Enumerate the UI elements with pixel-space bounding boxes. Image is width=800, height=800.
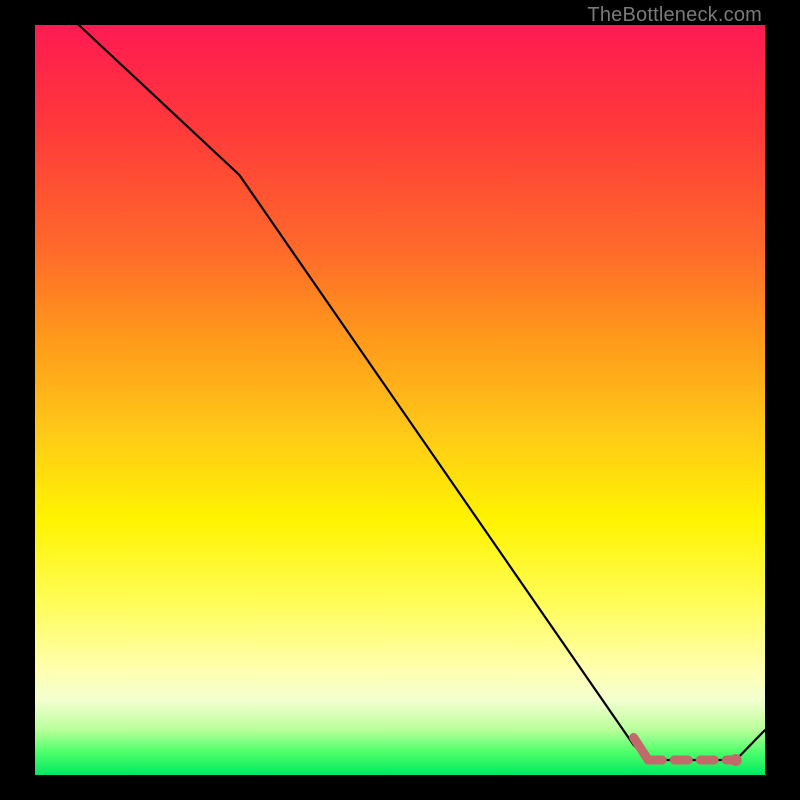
bottleneck-curve	[35, 0, 765, 760]
chart-overlay	[35, 25, 765, 775]
watermark-text: TheBottleneck.com	[587, 4, 762, 27]
minimum-marker	[730, 754, 742, 766]
chart-frame: TheBottleneck.com	[0, 0, 800, 800]
